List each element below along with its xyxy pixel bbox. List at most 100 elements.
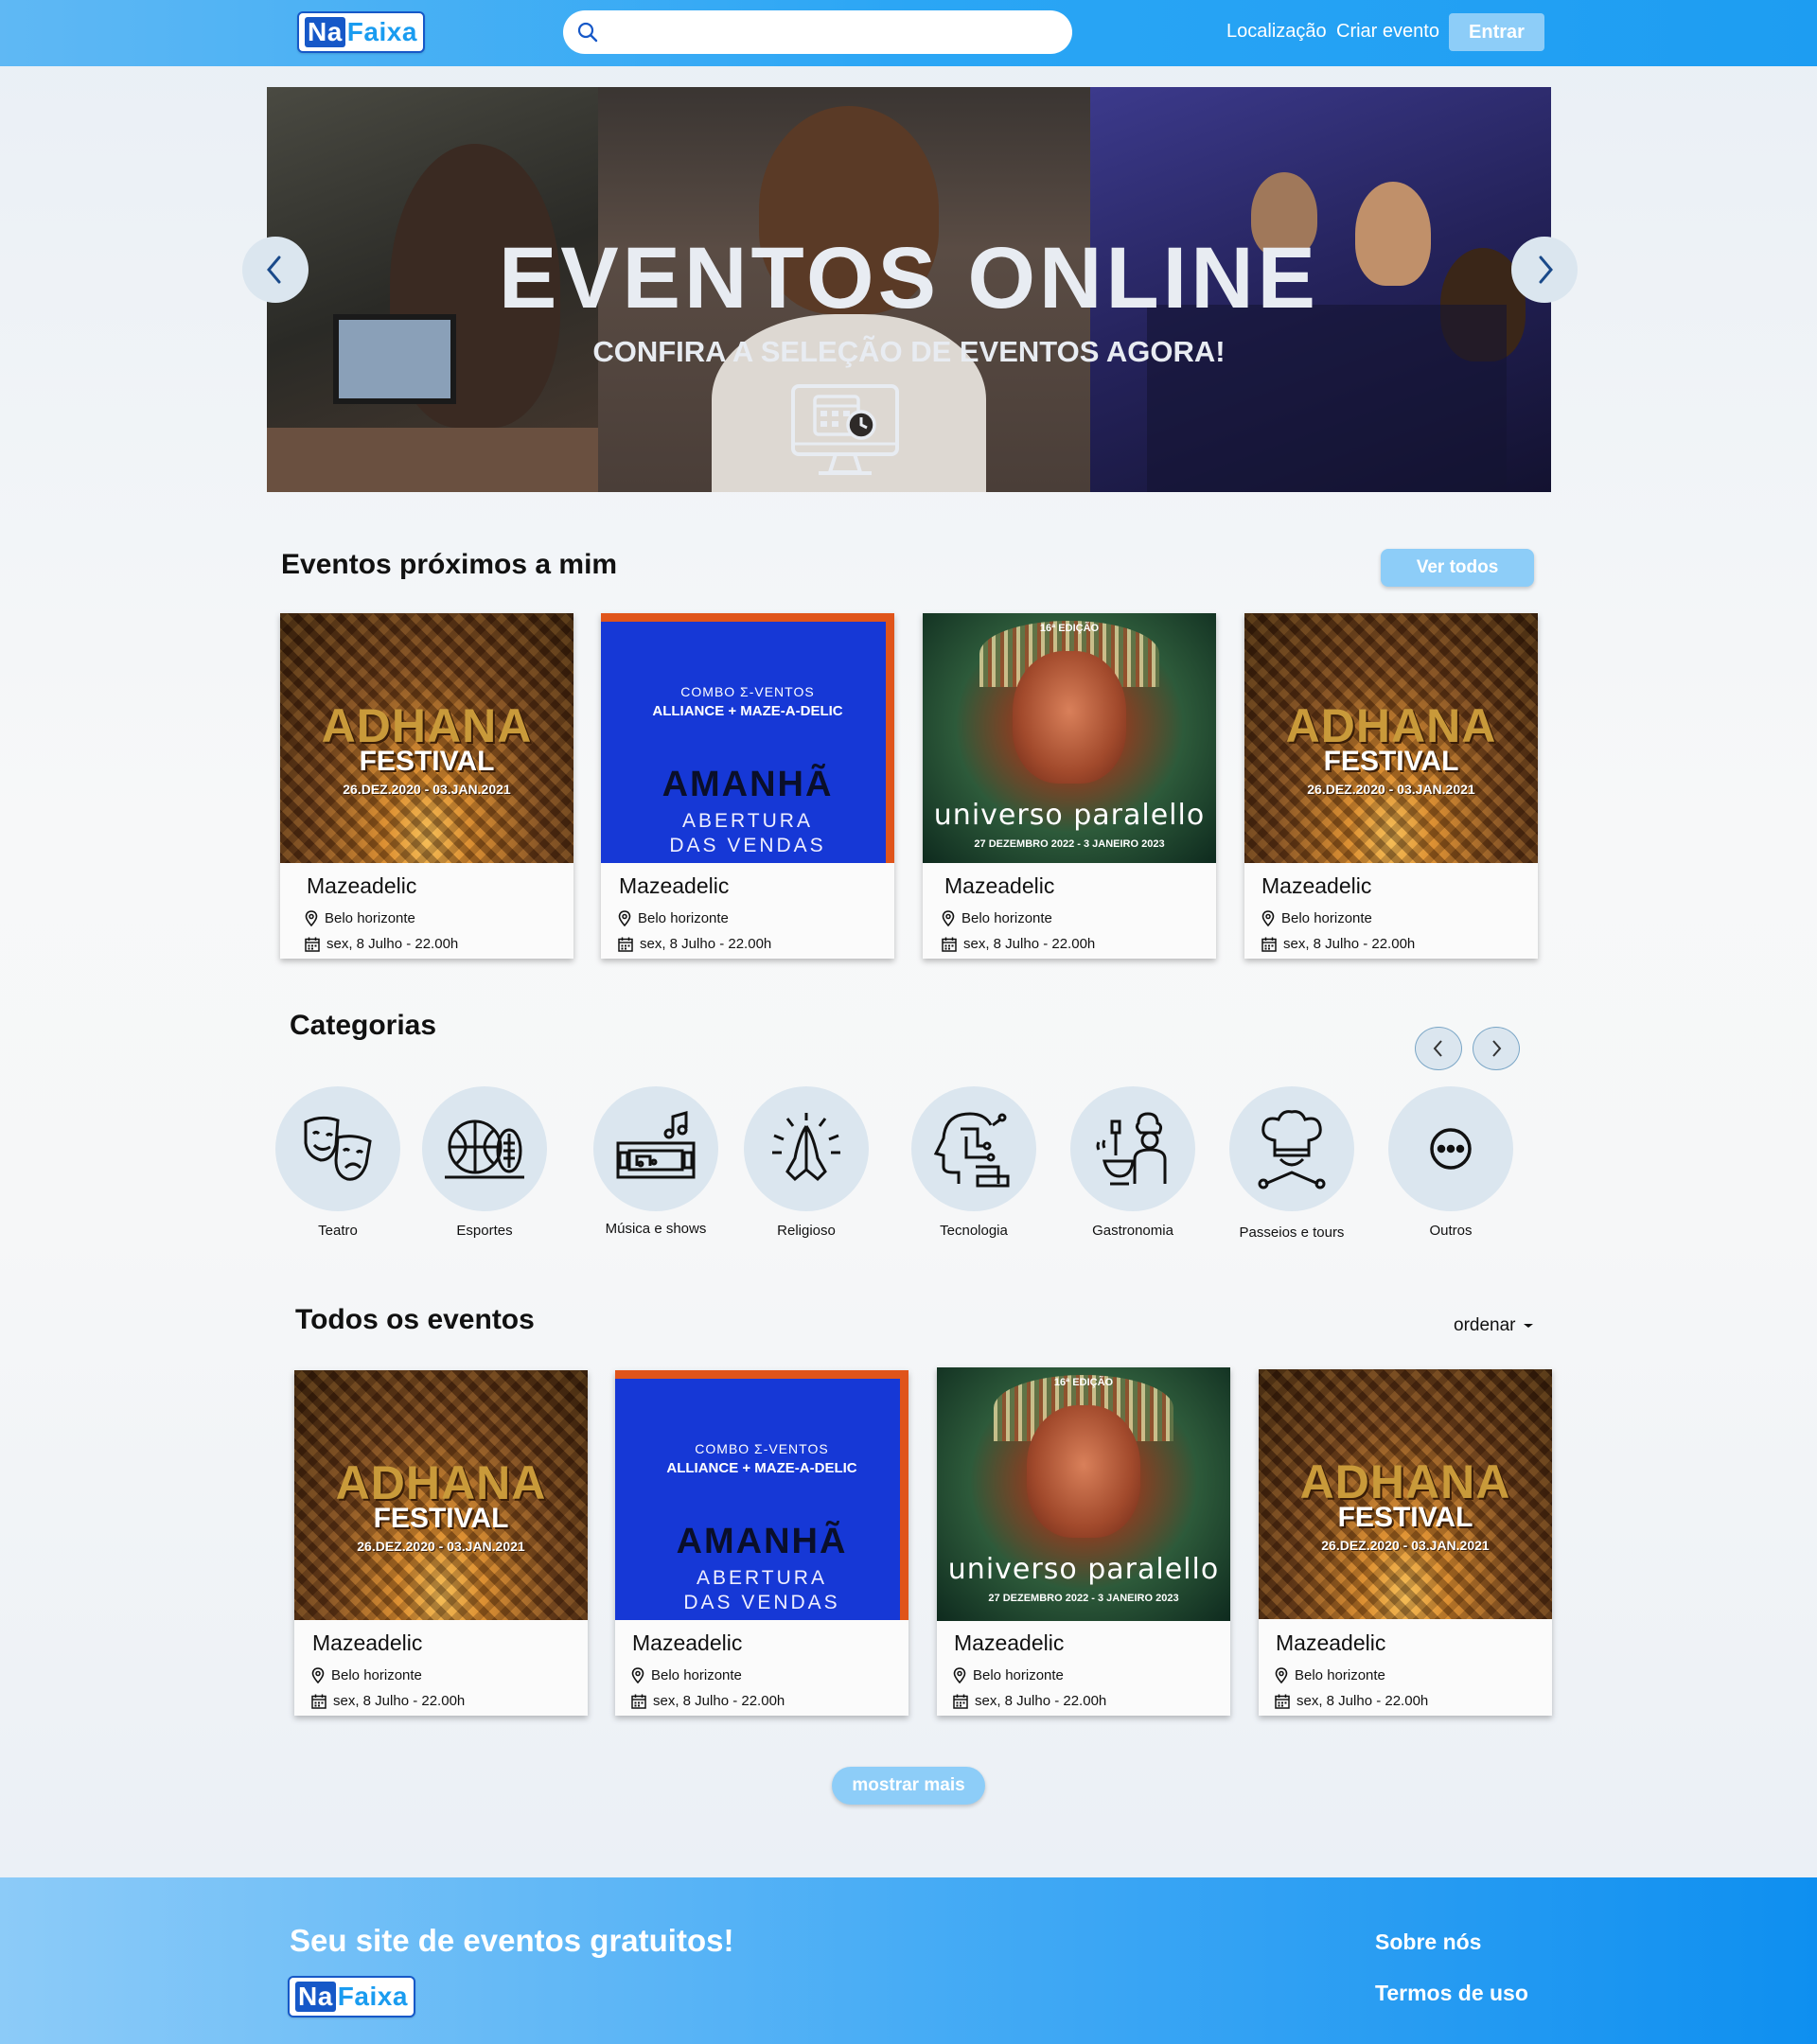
footer: Seu site de eventos gratuitos! Na Faixa S… [0, 1877, 1817, 2044]
event-card[interactable]: 16ª EDIÇÃO universo paralello 27 DEZEMBR… [923, 613, 1216, 959]
caret-down-icon [1523, 1324, 1533, 1328]
event-location: Belo horizonte [631, 1667, 742, 1683]
category-sports[interactable]: Esportes [399, 1086, 570, 1239]
event-date: sex, 8 Julho - 22.00h [953, 1693, 1106, 1709]
more-dots-icon [1430, 1128, 1472, 1170]
show-more-button[interactable]: mostrar mais [832, 1767, 985, 1805]
footer-terms-link[interactable]: Termos de uso [1375, 1981, 1528, 2006]
calendar-icon [631, 1694, 646, 1709]
event-date: sex, 8 Julho - 22.00h [1275, 1693, 1428, 1709]
nav-location-link[interactable]: Localização [1226, 21, 1327, 43]
event-location: Belo horizonte [311, 1667, 422, 1683]
location-pin-icon [1275, 1667, 1288, 1683]
hero-banner[interactable]: EVENTOS ONLINE CONFIRA A SELEÇÃO DE EVEN… [267, 87, 1551, 492]
chevron-left-icon [267, 256, 281, 284]
see-all-button[interactable]: Ver todos [1381, 549, 1534, 587]
banner-title: EVENTOS ONLINE [498, 230, 1320, 326]
event-poster-adhana: ADHANA FESTIVAL 26.DEZ.2020 - 03.JAN.202… [294, 1370, 588, 1620]
event-card[interactable]: 16ª EDIÇÃO universo paralello 27 DEZEMBR… [937, 1367, 1230, 1716]
footer-nafaixa-logo[interactable]: Na Faixa [288, 1976, 415, 2018]
search-icon [577, 22, 598, 43]
event-card[interactable]: ADHANA FESTIVAL 26.DEZ.2020 - 03.JAN.202… [280, 613, 573, 959]
category-label: Música e shows [605, 1221, 707, 1237]
event-location: Belo horizonte [1275, 1667, 1385, 1683]
event-poster-maze: COMBO Σ-VENTOS ALLIANCE + MAZE-A-DELIC A… [615, 1370, 908, 1620]
category-tours[interactable]: Passeios e tours [1207, 1086, 1377, 1241]
categories-prev-button[interactable] [1415, 1027, 1462, 1070]
logo-faixa: Faixa [337, 1982, 408, 2011]
category-others[interactable]: Outros [1366, 1086, 1536, 1239]
calendar-icon [1275, 1694, 1290, 1709]
chevron-right-icon [1492, 1040, 1502, 1057]
banner-subtitle: CONFIRA A SELEÇÃO DE EVENTOS AGORA! [592, 335, 1226, 368]
banner-prev-button[interactable] [242, 237, 309, 303]
all-events-title: Todos os eventos [295, 1304, 535, 1335]
category-label: Religioso [777, 1223, 836, 1239]
event-location: Belo horizonte [953, 1667, 1064, 1683]
event-date: sex, 8 Julho - 22.00h [1261, 936, 1415, 952]
category-religious[interactable]: Religioso [721, 1086, 891, 1239]
event-poster-maze: COMBO Σ-VENTOS ALLIANCE + MAZE-A-DELIC A… [601, 613, 894, 863]
category-music[interactable]: Música e shows [571, 1086, 741, 1237]
nearby-events-title: Eventos próximos a mim [281, 549, 618, 580]
location-pin-icon [631, 1667, 644, 1683]
theater-masks-icon [304, 1116, 372, 1181]
login-button[interactable]: Entrar [1449, 13, 1544, 51]
event-card[interactable]: COMBO Σ-VENTOS ALLIANCE + MAZE-A-DELIC A… [601, 613, 894, 959]
sort-label: ordenar [1454, 1315, 1516, 1335]
event-date: sex, 8 Julho - 22.00h [631, 1693, 785, 1709]
footer-about-link[interactable]: Sobre nós [1375, 1929, 1481, 1955]
top-navbar: Na Faixa Localização Criar evento Entrar [0, 0, 1817, 66]
event-name: Mazeadelic [312, 1630, 423, 1655]
logo-faixa: Faixa [346, 17, 417, 46]
banner-next-button[interactable] [1511, 237, 1578, 303]
event-name: Mazeadelic [1276, 1630, 1386, 1655]
category-label: Teatro [318, 1223, 358, 1239]
tech-head-icon [933, 1112, 1010, 1188]
event-name: Mazeadelic [619, 873, 730, 898]
category-gastronomy[interactable]: Gastronomia [1048, 1086, 1218, 1239]
event-location: Belo horizonte [618, 910, 729, 926]
logo-na: Na [295, 1982, 336, 2012]
event-card[interactable]: COMBO Σ-VENTOS ALLIANCE + MAZE-A-DELIC A… [615, 1370, 908, 1716]
event-card[interactable]: ADHANA FESTIVAL 26.DEZ.2020 - 03.JAN.202… [1244, 613, 1538, 959]
event-poster-adhana: ADHANA FESTIVAL 26.DEZ.2020 - 03.JAN.202… [1259, 1369, 1552, 1619]
search-bar[interactable] [563, 10, 1072, 54]
footer-tagline: Seu site de eventos gratuitos! [290, 1923, 734, 1958]
calendar-icon [618, 937, 633, 952]
category-theater[interactable]: Teatro [253, 1086, 423, 1239]
chevron-left-icon [1433, 1040, 1442, 1057]
category-label: Gastronomia [1092, 1223, 1173, 1239]
sort-dropdown[interactable]: ordenar [1454, 1315, 1535, 1336]
event-card[interactable]: ADHANA FESTIVAL 26.DEZ.2020 - 03.JAN.202… [294, 1370, 588, 1716]
category-label: Tecnologia [940, 1223, 1008, 1239]
nafaixa-logo[interactable]: Na Faixa [297, 11, 425, 53]
categories-next-button[interactable] [1473, 1027, 1520, 1070]
music-stage-icon [616, 1111, 696, 1179]
event-name: Mazeadelic [954, 1630, 1065, 1655]
category-technology[interactable]: Tecnologia [889, 1086, 1059, 1239]
chevron-right-icon [1539, 256, 1553, 284]
sports-balls-icon [445, 1119, 524, 1179]
chef-hat-icon [1258, 1110, 1326, 1189]
location-pin-icon [618, 910, 631, 926]
event-location: Belo horizonte [305, 910, 415, 926]
praying-hands-icon [772, 1113, 840, 1182]
event-name: Mazeadelic [944, 873, 1055, 898]
calendar-monitor-icon [791, 384, 899, 475]
categories-title: Categorias [290, 1010, 437, 1041]
logo-na: Na [305, 17, 345, 47]
search-input[interactable] [609, 22, 1044, 43]
event-location: Belo horizonte [942, 910, 1052, 926]
category-label: Outros [1429, 1223, 1473, 1239]
event-name: Mazeadelic [1261, 873, 1372, 898]
event-poster-adhana: ADHANA FESTIVAL 26.DEZ.2020 - 03.JAN.202… [1244, 613, 1538, 863]
nav-create-event-link[interactable]: Criar evento [1336, 21, 1439, 43]
event-date: sex, 8 Julho - 22.00h [305, 936, 458, 952]
location-pin-icon [953, 1667, 966, 1683]
event-poster-universo: 16ª EDIÇÃO universo paralello 27 DEZEMBR… [937, 1367, 1230, 1621]
category-label: Passeios e tours [1239, 1225, 1345, 1241]
event-poster-universo: 16ª EDIÇÃO universo paralello 27 DEZEMBR… [923, 613, 1216, 863]
event-card[interactable]: ADHANA FESTIVAL 26.DEZ.2020 - 03.JAN.202… [1259, 1369, 1552, 1716]
location-pin-icon [1261, 910, 1275, 926]
